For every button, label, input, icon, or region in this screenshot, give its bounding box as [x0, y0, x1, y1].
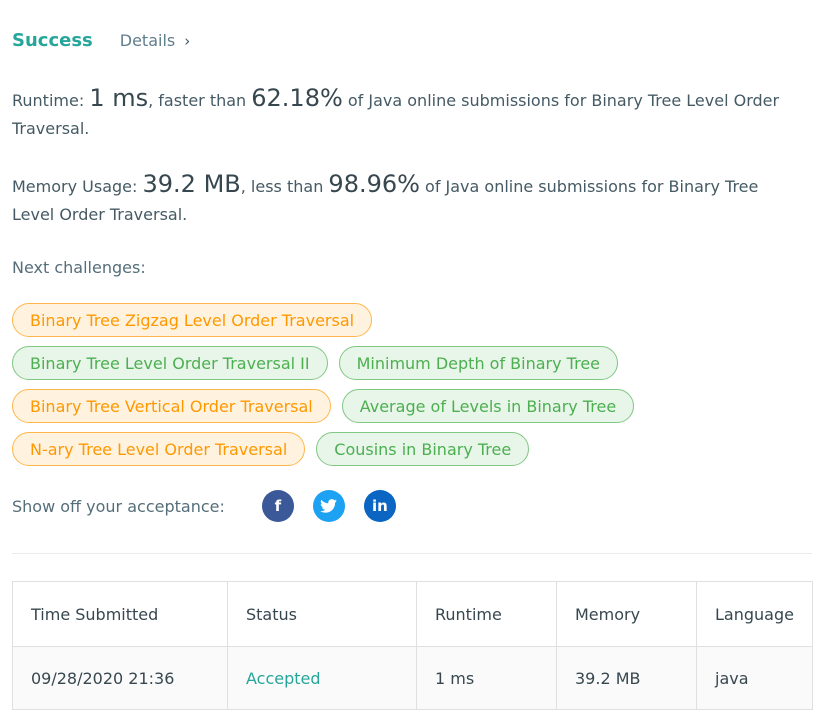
challenge-tag[interactable]: Cousins in Binary Tree — [316, 432, 530, 466]
details-link[interactable]: Details › — [120, 31, 190, 50]
status-link[interactable]: Accepted — [227, 646, 417, 710]
share-row: Show off your acceptance: f in — [12, 490, 415, 522]
next-challenges-list: Binary Tree Zigzag Level Order Traversal… — [12, 303, 812, 475]
column-header: Runtime — [416, 581, 557, 647]
challenge-tag[interactable]: Binary Tree Zigzag Level Order Traversal — [12, 303, 373, 337]
column-header: Memory — [556, 581, 697, 647]
challenge-tag[interactable]: Binary Tree Vertical Order Traversal — [12, 389, 331, 423]
language-cell: java — [696, 646, 813, 710]
result-header: Success Details › — [12, 30, 190, 51]
table-row: 09/28/2020 21:36 Accepted 1 ms 39.2 MB j… — [12, 646, 813, 710]
runtime-summary: Runtime: 1 ms, faster than 62.18% of Jav… — [12, 84, 802, 143]
memory-label: Memory Usage: — [12, 177, 138, 196]
details-label: Details — [119, 31, 176, 50]
twitter-icon[interactable] — [312, 490, 345, 522]
runtime-percent: 62.18% — [251, 84, 343, 112]
table-header-row: Time Submitted Status Runtime Memory Lan… — [12, 581, 813, 647]
status-title: Success — [12, 30, 93, 51]
challenge-tag[interactable]: Binary Tree Level Order Traversal II — [12, 346, 328, 380]
runtime-value: 1 ms — [89, 84, 149, 112]
challenge-tag[interactable]: Average of Levels in Binary Tree — [341, 389, 635, 423]
submissions-table: Time Submitted Status Runtime Memory Lan… — [12, 581, 813, 710]
memory-summary: Memory Usage: 39.2 MB, less than 98.96% … — [12, 170, 802, 229]
share-label: Show off your acceptance: — [12, 496, 225, 516]
divider — [12, 553, 812, 554]
column-header: Time Submitted — [12, 581, 228, 647]
next-challenges-label: Next challenges: — [12, 258, 146, 277]
runtime-label: Runtime: — [12, 91, 85, 110]
column-header: Status — [227, 581, 417, 647]
time-submitted-cell: 09/28/2020 21:36 — [12, 646, 228, 710]
facebook-icon[interactable]: f — [261, 490, 294, 522]
memory-value: 39.2 MB — [142, 170, 241, 198]
memory-comparator: , less than — [240, 177, 329, 196]
column-header: Language — [696, 581, 813, 647]
chevron-right-icon: › — [184, 31, 191, 50]
challenge-tag[interactable]: N-ary Tree Level Order Traversal — [12, 432, 306, 466]
memory-cell: 39.2 MB — [556, 646, 697, 710]
runtime-cell: 1 ms — [416, 646, 557, 710]
runtime-comparator: , faster than — [148, 91, 252, 110]
challenge-tag[interactable]: Minimum Depth of Binary Tree — [338, 346, 619, 380]
memory-percent: 98.96% — [328, 170, 420, 198]
linkedin-icon[interactable]: in — [363, 490, 396, 522]
